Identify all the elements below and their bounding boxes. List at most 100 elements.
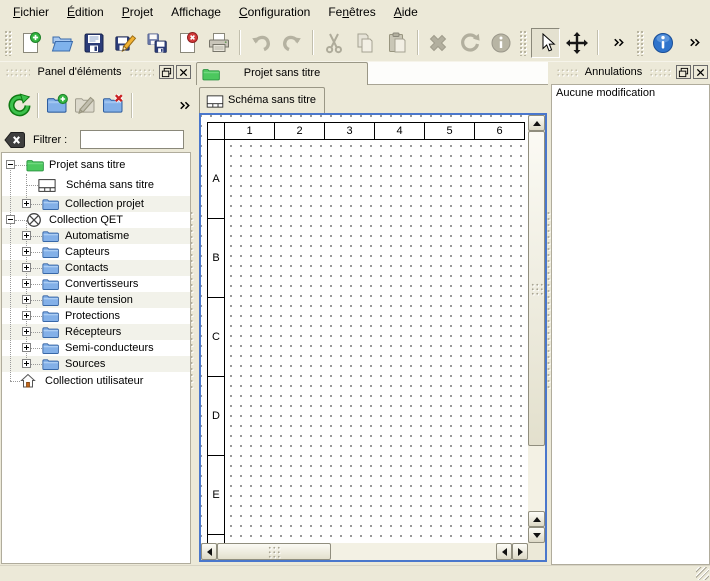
close-panel-button[interactable] bbox=[693, 65, 708, 79]
clear-filter-button[interactable] bbox=[4, 131, 26, 149]
toolbar-handle[interactable] bbox=[636, 30, 645, 56]
object-info-button[interactable] bbox=[487, 28, 516, 58]
horizontal-scrollbar[interactable] bbox=[201, 543, 528, 560]
expand-expander[interactable] bbox=[22, 279, 31, 288]
close-panel-button[interactable] bbox=[176, 65, 191, 79]
expand-expander[interactable] bbox=[22, 263, 31, 272]
undo-button[interactable] bbox=[246, 28, 275, 58]
undo-icon bbox=[249, 31, 273, 55]
open-document-button[interactable] bbox=[47, 28, 76, 58]
tree-item-capteurs[interactable]: Capteurs bbox=[2, 244, 190, 260]
tree-item-schema-sans-titre[interactable]: Schéma sans titre bbox=[2, 174, 190, 196]
tree-item-haute-tension[interactable]: Haute tension bbox=[2, 292, 190, 308]
close-document-button[interactable] bbox=[173, 28, 202, 58]
collapse-expander[interactable] bbox=[6, 160, 15, 169]
elements-panel-titlebar[interactable]: Panel d'éléments bbox=[0, 62, 193, 82]
tree-item-contacts[interactable]: Contacts bbox=[2, 260, 190, 276]
filter-input[interactable] bbox=[80, 130, 184, 149]
menu-item-edition[interactable]: Édition bbox=[58, 2, 113, 22]
cut-button[interactable] bbox=[319, 28, 348, 58]
menu-item-fenetres[interactable]: Fenêtres bbox=[319, 2, 384, 22]
expand-expander[interactable] bbox=[22, 295, 31, 304]
toolbar-overflow-button[interactable] bbox=[680, 28, 709, 58]
undo-list-item[interactable]: Aucune modification bbox=[552, 85, 709, 101]
left-splitter-handle[interactable] bbox=[189, 210, 195, 390]
scroll-up-button[interactable] bbox=[528, 115, 545, 131]
paste-button[interactable] bbox=[382, 28, 411, 58]
resize-grip[interactable] bbox=[696, 567, 709, 580]
expand-expander[interactable] bbox=[22, 199, 31, 208]
scrollbar-thumb[interactable] bbox=[217, 543, 331, 560]
scroll-down-button[interactable] bbox=[528, 527, 545, 543]
tree-item-collection-utilisateur[interactable]: Collection utilisateur bbox=[2, 372, 190, 390]
menu-item-aide[interactable]: Aide bbox=[385, 2, 427, 22]
tree-item-semi-conducteurs[interactable]: Semi-conducteurs bbox=[2, 340, 190, 356]
menu-item-configuration[interactable]: Configuration bbox=[230, 2, 319, 22]
tree-item-collection-projet[interactable]: Collection projet bbox=[2, 196, 190, 212]
save-icon bbox=[82, 31, 106, 55]
tab-schema-sans-titre[interactable]: Schéma sans titre bbox=[199, 87, 325, 113]
scroll-left-button[interactable] bbox=[201, 543, 217, 560]
titlebar-texture bbox=[5, 68, 30, 77]
undo-panel-titlebar[interactable]: Annulations bbox=[551, 62, 710, 82]
schema-tab-bar: Schéma sans titre bbox=[196, 85, 548, 113]
select-mode-button[interactable] bbox=[531, 28, 560, 58]
reload-collections-button[interactable] bbox=[5, 90, 33, 120]
about-button[interactable] bbox=[648, 28, 677, 58]
tree-item-convertisseurs[interactable]: Convertisseurs bbox=[2, 276, 190, 292]
toolbar-overflow-button[interactable] bbox=[604, 28, 633, 58]
scroll-left-button[interactable] bbox=[496, 543, 512, 560]
tree-item-protections[interactable]: Protections bbox=[2, 308, 190, 324]
tree-item-recepteurs[interactable]: Récepteurs bbox=[2, 324, 190, 340]
undo-list[interactable]: Aucune modification bbox=[551, 84, 710, 565]
rotate-button[interactable] bbox=[455, 28, 484, 58]
info-icon bbox=[489, 31, 513, 55]
delete-button[interactable] bbox=[424, 28, 453, 58]
panel-overflow-button[interactable] bbox=[175, 90, 193, 120]
expand-expander[interactable] bbox=[22, 231, 31, 240]
float-panel-button[interactable] bbox=[676, 65, 691, 79]
mdi-area: Projet sans titre Schéma sans titre 1 2 … bbox=[196, 62, 548, 565]
scroll-up-button[interactable] bbox=[528, 511, 545, 527]
tree-item-projet-sans-titre[interactable]: Projet sans titre bbox=[2, 156, 190, 174]
delete-category-button[interactable] bbox=[99, 90, 127, 120]
save-all-button[interactable] bbox=[142, 28, 171, 58]
menu-item-fichier[interactable]: Fichier bbox=[4, 2, 58, 22]
new-document-button[interactable] bbox=[16, 28, 45, 58]
collapse-expander[interactable] bbox=[6, 215, 15, 224]
print-button[interactable] bbox=[205, 28, 234, 58]
expand-expander[interactable] bbox=[22, 359, 31, 368]
diagram-canvas[interactable]: 1 2 3 4 5 6 A B C D E bbox=[201, 115, 528, 543]
tree-item-collection-qet[interactable]: Collection QET bbox=[2, 212, 190, 228]
scroll-right-button[interactable] bbox=[512, 543, 528, 560]
vertical-scrollbar[interactable] bbox=[528, 115, 545, 543]
new-category-button[interactable] bbox=[43, 90, 71, 120]
elements-panel-title: Panel d'éléments bbox=[35, 66, 123, 78]
save-button[interactable] bbox=[79, 28, 108, 58]
tree-item-automatisme[interactable]: Automatisme bbox=[2, 228, 190, 244]
float-panel-button[interactable] bbox=[159, 65, 174, 79]
tree-item-sources[interactable]: Sources bbox=[2, 356, 190, 372]
toolbar-handle[interactable] bbox=[519, 30, 528, 56]
elements-tree: Projet sans titre Schéma sans titre Coll… bbox=[1, 152, 191, 564]
tab-projet-sans-titre[interactable]: Projet sans titre bbox=[196, 62, 368, 85]
toolbar-handle[interactable] bbox=[4, 30, 13, 56]
scrollbar-thumb[interactable] bbox=[528, 131, 545, 446]
edit-category-button[interactable] bbox=[71, 90, 99, 120]
new-document-icon bbox=[19, 31, 43, 55]
menu-item-affichage[interactable]: Affichage bbox=[162, 2, 230, 22]
expand-expander[interactable] bbox=[22, 311, 31, 320]
titlebar-texture bbox=[556, 68, 578, 77]
redo-button[interactable] bbox=[278, 28, 307, 58]
save-as-button[interactable] bbox=[110, 28, 139, 58]
scroll-mode-button[interactable] bbox=[562, 28, 591, 58]
menu-item-projet[interactable]: Projet bbox=[113, 2, 162, 22]
expand-expander[interactable] bbox=[22, 247, 31, 256]
home-icon bbox=[20, 373, 38, 389]
row-header: A bbox=[207, 139, 225, 219]
expand-expander[interactable] bbox=[22, 327, 31, 336]
copy-button[interactable] bbox=[351, 28, 380, 58]
status-bar bbox=[0, 565, 710, 581]
titlebar-texture bbox=[129, 68, 154, 77]
expand-expander[interactable] bbox=[22, 343, 31, 352]
